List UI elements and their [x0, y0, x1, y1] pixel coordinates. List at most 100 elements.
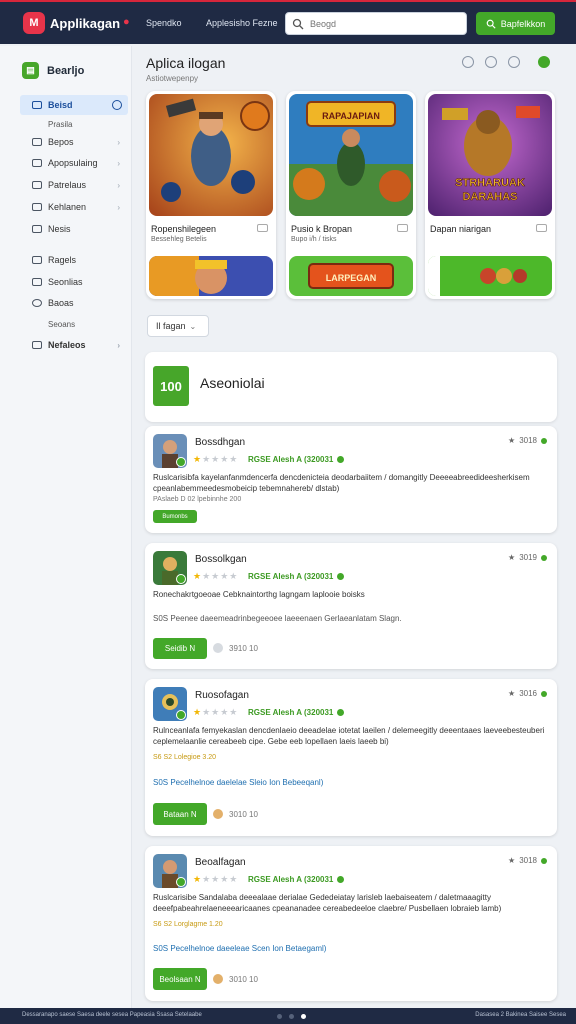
- folder-icon: [32, 203, 42, 211]
- settings-icon: [32, 278, 42, 286]
- review-action-button[interactable]: Bataan N: [153, 803, 207, 825]
- app-logo[interactable]: M: [23, 12, 45, 34]
- sidebar-item[interactable]: Bepos ›: [20, 132, 128, 152]
- button-label: Beolsaan N: [159, 974, 201, 984]
- game-artwork: RAPAJAPIAN: [289, 94, 413, 216]
- sidebar-item[interactable]: Baoas: [20, 293, 128, 313]
- star-rating: ★★★★★: [193, 707, 239, 717]
- sidebar-item[interactable]: Ragels: [20, 250, 128, 270]
- notification-dot-icon[interactable]: ●: [123, 16, 130, 28]
- review-stats: S6 S2 Lorglagme 1.20: [153, 921, 223, 928]
- review-card: Beoalfagan ★ 3018 ★★★★★ RGSE Alesh A (320…: [145, 846, 557, 1001]
- sidebar-item[interactable]: Beisd: [20, 95, 128, 115]
- like-icon[interactable]: [213, 974, 223, 984]
- game-name[interactable]: Dapan niarigan: [430, 224, 491, 234]
- sidebar-item-label: Nefaleos: [48, 340, 86, 350]
- footer-text: Dasasea 2 Bakinea Saisee Sesea: [475, 1012, 566, 1018]
- chevron-right-icon: ›: [117, 340, 120, 350]
- search-icon: [292, 18, 304, 29]
- top-nav-link[interactable]: Spendko: [146, 18, 182, 28]
- review-link[interactable]: S0S Pecelhelnoe daeeleae Scen Ion Betaeg…: [153, 944, 326, 953]
- sidebar-item-label: Apopsulaing: [48, 158, 98, 168]
- avatar[interactable]: [153, 854, 187, 888]
- sidebar-item[interactable]: Prasila: [20, 114, 128, 134]
- sidebar-item[interactable]: Seonlias: [20, 272, 128, 292]
- page-title: Aplica ilogan: [146, 55, 226, 71]
- sidebar-item-label: Seonlias: [48, 277, 83, 287]
- review-score: ★ 3016: [508, 689, 547, 698]
- sidebar-item[interactable]: Kehlanen ›: [20, 197, 128, 217]
- star-icon: ★: [508, 689, 516, 698]
- review-action-button[interactable]: Bumonbs: [153, 510, 197, 523]
- sidebar-item-label: Kehlanen: [48, 202, 87, 212]
- document-icon: [32, 225, 42, 233]
- page-indicator-dot[interactable]: [277, 1014, 282, 1019]
- help-icon[interactable]: [462, 56, 474, 68]
- game-banner[interactable]: [428, 256, 552, 296]
- settings-icon[interactable]: [485, 56, 497, 68]
- sidebar-item[interactable]: Patrelaus ›: [20, 175, 128, 195]
- search-input[interactable]: [310, 18, 460, 29]
- avatar[interactable]: [153, 551, 187, 585]
- store-icon: ▤: [22, 62, 39, 79]
- reviewer-name[interactable]: Ruosofagan: [195, 690, 249, 701]
- sidebar-item[interactable]: Seoans: [20, 314, 128, 334]
- search-button-label: Bapfelkkon: [500, 18, 546, 29]
- sidebar-header[interactable]: ▤ Bearljo: [22, 62, 84, 79]
- star-icon: ★: [508, 436, 516, 445]
- featured-card[interactable]: Ropenshilegeen Bessehleg Betelis: [146, 91, 276, 299]
- search-box[interactable]: [285, 12, 467, 35]
- sidebar-item-label: Prasila: [48, 119, 73, 129]
- sidebar-item-label: Nesis: [48, 224, 71, 234]
- review-meta: RGSE Alesh A (320031: [248, 572, 345, 581]
- button-label: Bumonbs: [162, 513, 188, 520]
- review-action-button[interactable]: Beolsaan N: [153, 968, 207, 990]
- review-action-button[interactable]: Seidib N: [153, 638, 207, 659]
- game-banner[interactable]: [149, 256, 273, 296]
- verified-icon: [176, 877, 186, 887]
- platform-icon: [397, 224, 408, 232]
- page-indicator-dot[interactable]: [289, 1014, 294, 1019]
- chevron-right-icon: ›: [117, 137, 120, 147]
- info-icon[interactable]: [508, 56, 520, 68]
- review-meta-text: RGSE Alesh A (320031: [248, 572, 334, 581]
- avatar[interactable]: [153, 687, 187, 721]
- section-header: 100 Aseoniolai: [145, 352, 557, 422]
- footer-text: Dessaranapo saese Saesa deele sesea Pape…: [22, 1012, 202, 1018]
- top-nav-link[interactable]: Applesisho Fezne: [206, 18, 278, 28]
- review-meta: RGSE Alesh A (320031: [248, 875, 345, 884]
- game-banner[interactable]: LARPEGAN: [289, 256, 413, 296]
- like-count: 3910 10: [229, 644, 258, 653]
- verified-icon: [176, 574, 186, 584]
- star-rating: ★★★★★: [193, 571, 239, 581]
- top-bar: M Applikagan ● Spendko Applesisho Fezne …: [0, 0, 576, 44]
- featured-card[interactable]: STRHARUAK DARAHAS Dapan niarigan: [425, 91, 555, 299]
- sidebar-item[interactable]: Nesis: [20, 219, 128, 239]
- like-icon[interactable]: [213, 643, 223, 653]
- reviewer-name[interactable]: Bossolkgan: [195, 554, 247, 565]
- game-name[interactable]: Pusio k Bropan: [291, 224, 352, 234]
- page-indicator-dot[interactable]: [301, 1014, 306, 1019]
- featured-card[interactable]: RAPAJAPIAN Pusio k Bropan Bupo i/h / tis…: [286, 91, 416, 299]
- avatar[interactable]: [153, 434, 187, 468]
- refresh-icon[interactable]: [538, 56, 550, 68]
- like-icon[interactable]: [213, 809, 223, 819]
- reviewer-name[interactable]: Bossdhgan: [195, 437, 245, 448]
- sidebar-item[interactable]: Nefaleos ›: [20, 335, 128, 355]
- like-count: 3010 10: [229, 975, 258, 984]
- platform-icon: [536, 224, 547, 232]
- status-dot-icon: [541, 437, 547, 444]
- game-logo-text: DARAHAS: [463, 191, 518, 203]
- filter-dropdown[interactable]: Il fagan ⌄: [147, 315, 209, 337]
- chevron-right-icon: ›: [117, 202, 120, 212]
- review-link[interactable]: S0S Pecelhelnoe daelelae Sleio Ion Bebee…: [153, 778, 323, 787]
- game-logo-text: STRHARUAK: [455, 177, 525, 189]
- game-name[interactable]: Ropenshilegeen: [151, 224, 216, 234]
- grid-icon: [32, 138, 42, 146]
- search-button[interactable]: Bapfelkkon: [476, 12, 555, 35]
- review-card: Bossdhgan ★ 3018 ★★★★★ RGSE Alesh A (3200…: [145, 426, 557, 533]
- app-name[interactable]: Applikagan: [50, 16, 120, 31]
- sidebar-item[interactable]: Apopsulaing ›: [20, 153, 128, 173]
- reviewer-name[interactable]: Beoalfagan: [195, 857, 246, 868]
- review-meta: RGSE Alesh A (320031: [248, 455, 345, 464]
